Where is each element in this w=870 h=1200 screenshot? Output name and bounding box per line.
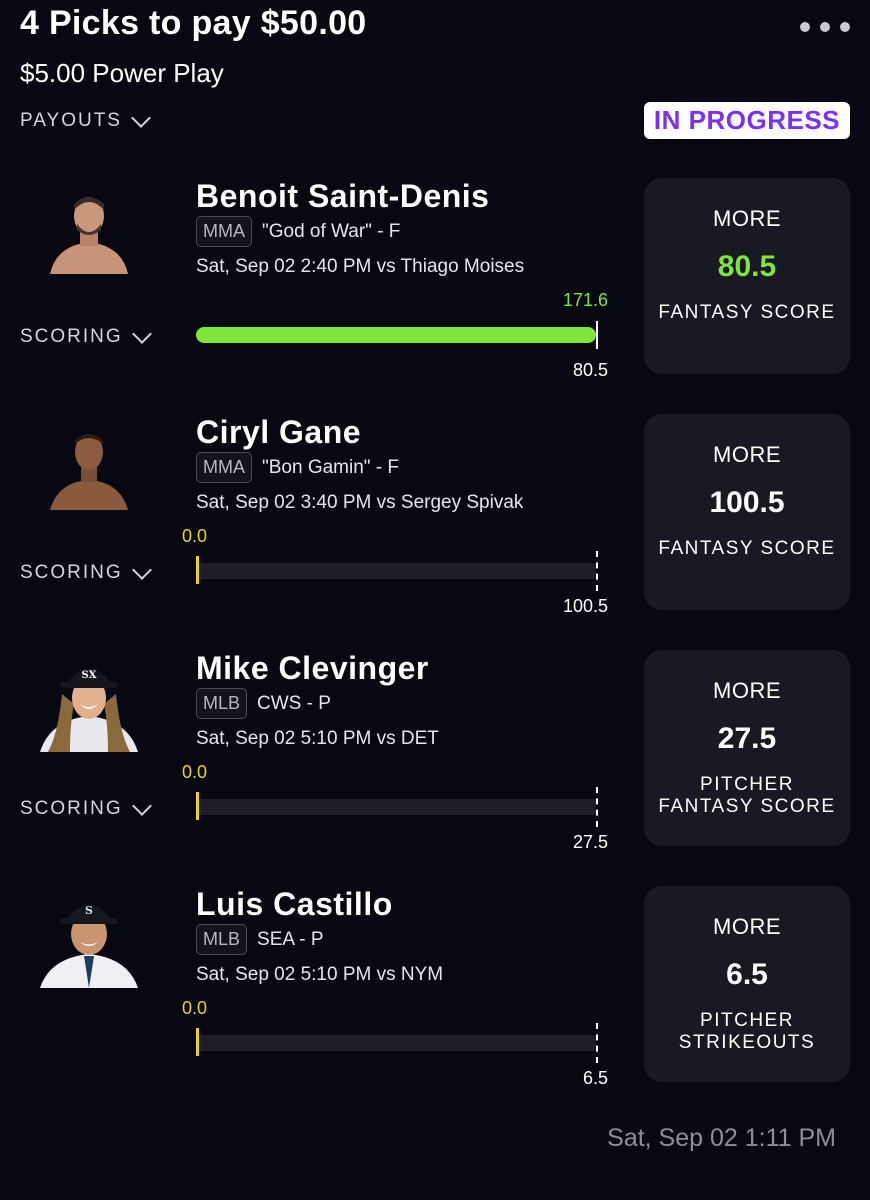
progress-bar <box>196 321 598 349</box>
projection-card[interactable]: MORE 100.5 FANTASY SCORE <box>644 414 850 610</box>
current-score: 0.0 <box>182 762 208 782</box>
chevron-down-icon <box>131 796 152 816</box>
projection-card[interactable]: MORE 27.5 PITCHER FANTASY SCORE <box>644 650 850 846</box>
player-detail: SEA - P <box>257 928 324 950</box>
svg-text:S: S <box>85 904 93 917</box>
projection-card[interactable]: MORE 80.5 FANTASY SCORE <box>644 178 850 374</box>
current-marker <box>196 1028 199 1056</box>
svg-text:SX: SX <box>82 670 97 681</box>
stat-type: PITCHER FANTASY SCORE <box>658 774 835 818</box>
player-avatar <box>40 424 138 510</box>
league-badge: MLB <box>196 924 248 955</box>
current-score: 0.0 <box>182 526 208 546</box>
progress-bar <box>196 551 598 591</box>
pick-direction: MORE <box>713 442 781 467</box>
scoring-label: SCORING <box>20 798 123 819</box>
line-value: 80.5 <box>572 360 608 380</box>
pick-row: Benoit Saint-Denis MMA "God of War" - F … <box>0 178 870 380</box>
projection-line: 100.5 <box>709 486 785 519</box>
line-value: 6.5 <box>582 1068 608 1088</box>
current-marker <box>196 556 199 584</box>
progress-bar <box>196 1023 598 1063</box>
chevron-down-icon <box>131 324 152 344</box>
chevron-down-icon <box>131 108 151 128</box>
player-info: MMA "Bon Gamin" - F <box>196 452 399 483</box>
player-info: MLB SEA - P <box>196 924 324 955</box>
game-info: Sat, Sep 02 2:40 PM vs Thiago Moises <box>196 256 525 277</box>
pick-direction: MORE <box>713 678 781 703</box>
line-value: 100.5 <box>562 596 608 616</box>
player-avatar <box>40 188 138 274</box>
current-score: 171.6 <box>562 290 608 310</box>
scoring-label: SCORING <box>20 562 123 583</box>
scoring-toggle[interactable]: SCORING <box>20 796 152 820</box>
scoring-toggle[interactable]: SCORING <box>20 324 152 348</box>
entry-subtitle: $5.00 Power Play <box>20 58 224 88</box>
line-marker <box>596 1023 598 1063</box>
line-marker <box>596 321 598 349</box>
player-name: Luis Castillo <box>196 886 393 922</box>
current-marker <box>196 792 199 820</box>
projection-line: 27.5 <box>717 722 777 755</box>
player-info: MMA "God of War" - F <box>196 216 400 247</box>
stat-type: PITCHER STRIKEOUTS <box>679 1010 815 1054</box>
player-name: Ciryl Gane <box>196 414 362 450</box>
stat-type-line: FANTASY SCORE <box>658 538 836 559</box>
entry-title: 4 Picks to pay $50.00 <box>20 4 367 42</box>
stat-type-line: STRIKEOUTS <box>678 1032 816 1053</box>
pick-direction: MORE <box>713 914 781 939</box>
pick-row: SX Mike Clevinger MLB CWS - P Sat, Sep 0… <box>0 650 870 852</box>
game-info: Sat, Sep 02 5:10 PM vs NYM <box>196 964 444 985</box>
player-detail: "God of War" - F <box>262 220 401 242</box>
stat-type: FANTASY SCORE <box>658 538 835 560</box>
stat-type-line: FANTASY SCORE <box>658 796 836 817</box>
stat-type-line: FANTASY SCORE <box>658 302 836 323</box>
scoring-label: SCORING <box>20 326 123 347</box>
league-badge: MMA <box>196 452 252 483</box>
current-score: 0.0 <box>182 998 208 1018</box>
timestamp: Sat, Sep 02 1:11 PM <box>607 1124 836 1152</box>
line-marker <box>596 551 598 591</box>
stat-type-line: PITCHER <box>700 1010 794 1031</box>
projection-card[interactable]: MORE 6.5 PITCHER STRIKEOUTS <box>644 886 850 1082</box>
league-badge: MLB <box>196 688 248 719</box>
player-detail: CWS - P <box>257 692 331 714</box>
projection-line: 6.5 <box>726 958 768 991</box>
line-value: 27.5 <box>572 832 608 852</box>
pick-row: Ciryl Gane MMA "Bon Gamin" - F Sat, Sep … <box>0 414 870 616</box>
player-avatar: S <box>40 890 138 988</box>
player-detail: "Bon Gamin" - F <box>262 456 400 478</box>
player-name: Mike Clevinger <box>196 650 429 686</box>
stat-type-line: PITCHER <box>700 774 794 795</box>
status-badge: IN PROGRESS <box>643 102 850 139</box>
chevron-down-icon <box>131 560 152 580</box>
stat-type: FANTASY SCORE <box>658 302 835 324</box>
more-options-icon[interactable] <box>800 22 850 32</box>
player-info: MLB CWS - P <box>196 688 331 719</box>
player-avatar: SX <box>40 654 138 752</box>
scoring-toggle[interactable]: SCORING <box>20 560 152 584</box>
payouts-label: PAYOUTS <box>20 110 122 131</box>
line-marker <box>596 787 598 827</box>
game-info: Sat, Sep 02 5:10 PM vs DET <box>196 728 439 749</box>
pick-row: S Luis Castillo MLB SEA - P Sat, Sep 02 … <box>0 886 870 1088</box>
game-info: Sat, Sep 02 3:40 PM vs Sergey Spivak <box>196 492 524 513</box>
league-badge: MMA <box>196 216 252 247</box>
pick-direction: MORE <box>713 206 781 231</box>
progress-bar <box>196 787 598 827</box>
payouts-toggle[interactable]: PAYOUTS <box>20 108 151 132</box>
progress-fill <box>196 327 596 343</box>
player-name: Benoit Saint-Denis <box>196 178 490 214</box>
projection-line: 80.5 <box>717 250 777 283</box>
